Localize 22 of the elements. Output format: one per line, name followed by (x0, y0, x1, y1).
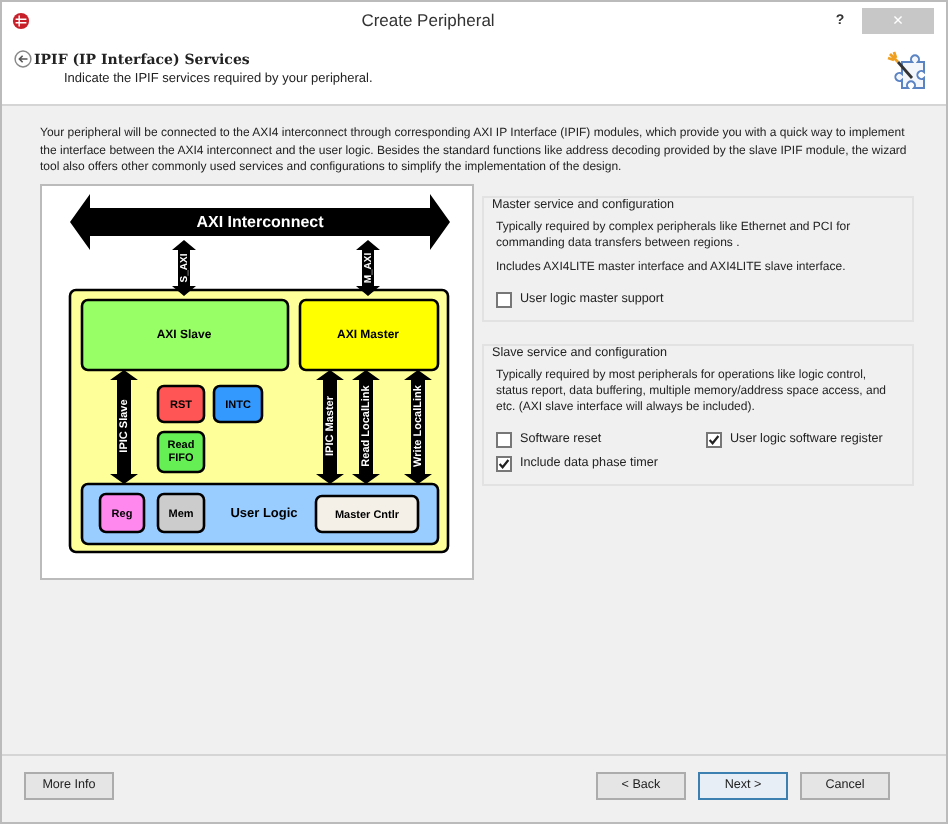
puzzle-wand-icon (886, 50, 930, 94)
rst-block (156, 383, 206, 423)
checkbox[interactable] (706, 431, 722, 447)
intc-block (212, 383, 264, 423)
axi-master-block (298, 297, 440, 371)
mem-block (156, 491, 206, 533)
reg-block (98, 491, 146, 533)
app-logo-icon (12, 11, 30, 29)
window-title: Create Peripheral (359, 10, 497, 30)
double-arrow (110, 369, 138, 483)
checkbox[interactable] (496, 291, 512, 307)
back-arrow-icon[interactable] (14, 50, 32, 68)
double-arrow (352, 369, 380, 483)
master-cntlr-block (314, 493, 420, 533)
double-arrow (356, 239, 380, 295)
double-arrow (404, 369, 432, 483)
block-label: AXI Interconnect (196, 212, 324, 231)
double-arrow (316, 369, 344, 483)
checkbox[interactable] (496, 455, 512, 471)
read-fifo-block (156, 429, 206, 473)
checkbox[interactable] (496, 431, 512, 447)
double-arrow (172, 239, 196, 295)
